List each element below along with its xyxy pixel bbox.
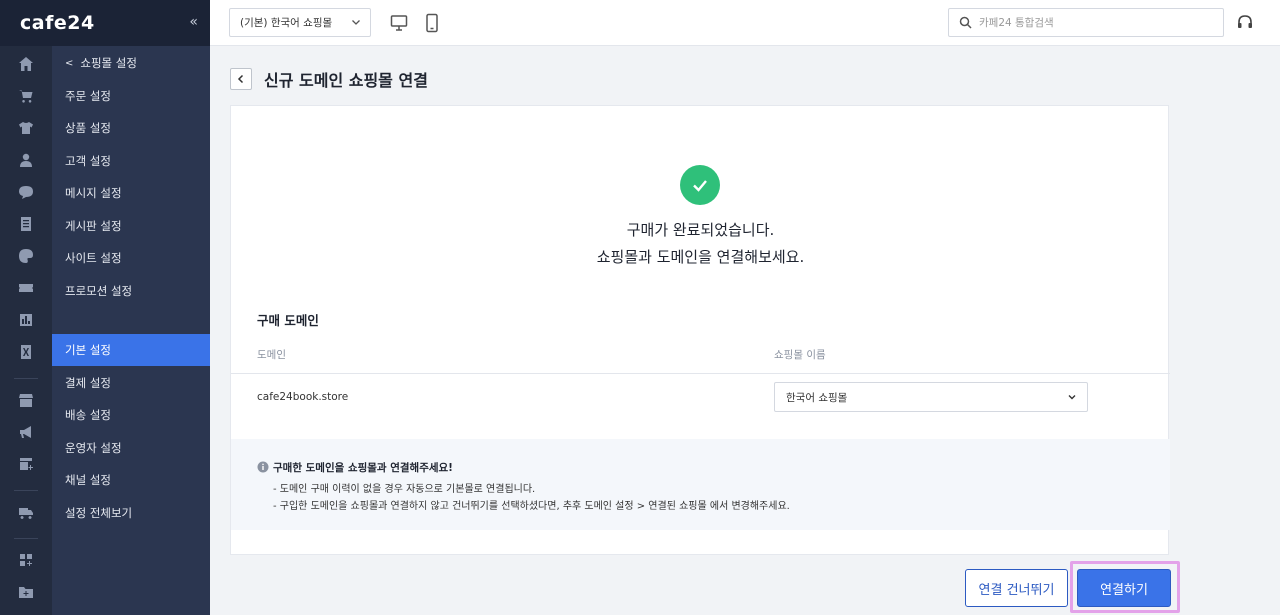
shop-plus-icon[interactable]	[16, 454, 36, 474]
home-icon[interactable]	[16, 54, 36, 74]
chat-icon[interactable]	[16, 182, 36, 202]
chevron-down-icon	[352, 20, 360, 25]
top-header: (기본) 한국어 쇼핑몰 카페24 통합검색	[210, 0, 1280, 46]
notice-line: - 구입한 도메인을 쇼핑몰과 연결하지 않고 건너뛰기를 선택하셨다면, 추후…	[273, 501, 790, 512]
mall-name-select-value: 한국어 쇼핑몰	[786, 391, 848, 404]
subnav-item-basic[interactable]: 기본 설정	[52, 334, 210, 366]
subnav-item-operator[interactable]: 운영자 설정	[52, 432, 210, 464]
palette-icon[interactable]	[16, 246, 36, 266]
subnav-item-message[interactable]: 메시지 설정	[52, 177, 210, 209]
connect-prompt-text: 쇼핑몰과 도메인을 연결해보세요.	[596, 248, 805, 266]
search-placeholder: 카페24 통합검색	[979, 17, 1054, 29]
notice-line: - 도메인 구매 이력이 없을 경우 자동으로 기본몰로 연결됩니다.	[273, 484, 536, 495]
connect-button[interactable]: 연결하기	[1077, 569, 1171, 607]
notice-box: 구매한 도메인을 쇼핑몰과 연결해주세요! - 도메인 구매 이력이 없을 경우…	[231, 439, 1170, 530]
section-title-purchased-domain: 구매 도메인	[257, 313, 319, 328]
desktop-icon[interactable]	[390, 13, 408, 33]
back-button[interactable]	[230, 68, 252, 90]
chart-icon[interactable]	[16, 310, 36, 330]
mall-selector-value: (기본) 한국어 쇼핑몰	[240, 17, 333, 29]
chevron-down-icon	[1068, 395, 1076, 400]
chevron-left-icon: <	[65, 57, 74, 69]
headset-icon[interactable]	[1236, 13, 1254, 31]
store-icon[interactable]	[16, 390, 36, 410]
search-input[interactable]: 카페24 통합검색	[948, 8, 1224, 37]
mobile-icon[interactable]	[423, 13, 441, 33]
board-icon[interactable]	[16, 214, 36, 234]
subnav-item-channel[interactable]: 채널 설정	[52, 464, 210, 496]
domain-connect-card: 구매가 완료되었습니다. 쇼핑몰과 도메인을 연결해보세요. 구매 도메인 도메…	[230, 105, 1170, 555]
mall-name-select[interactable]: 한국어 쇼핑몰	[774, 382, 1088, 412]
check-circle-icon	[680, 165, 720, 205]
subnav-item-board[interactable]: 게시판 설정	[52, 210, 210, 242]
subnav-item-promotion[interactable]: 프로모션 설정	[52, 275, 210, 307]
column-header-mall-name: 쇼핑몰 이름	[774, 349, 826, 361]
subnav-item-product[interactable]: 상품 설정	[52, 112, 210, 144]
subnav-item-all-settings[interactable]: 설정 전체보기	[52, 497, 210, 529]
skip-connection-button[interactable]: 연결 건너뛰기	[965, 569, 1068, 607]
notice-title: 구매한 도메인을 쇼핑몰과 연결해주세요!	[273, 462, 453, 474]
ticket-icon[interactable]	[16, 278, 36, 298]
chevron-left-icon	[237, 74, 244, 84]
grid-plus-icon[interactable]	[16, 550, 36, 570]
divider	[231, 373, 1170, 374]
subnav-item-order[interactable]: 주문 설정	[52, 80, 210, 112]
double-chevron-left-icon[interactable]: «	[189, 14, 198, 30]
search-icon	[959, 16, 972, 29]
shirt-icon[interactable]	[16, 118, 36, 138]
subnav-item-shipping[interactable]: 배송 설정	[52, 399, 210, 431]
subnav-item-customer[interactable]: 고객 설정	[52, 145, 210, 177]
rail-divider	[14, 378, 38, 379]
info-icon	[257, 461, 269, 473]
subnav-back-shop-settings[interactable]: < 쇼핑몰 설정	[52, 47, 210, 79]
cafe24-logo[interactable]: cafe24	[20, 12, 95, 34]
purchase-complete-text: 구매가 완료되었습니다.	[626, 221, 775, 239]
page-title: 신규 도메인 쇼핑몰 연결	[264, 71, 428, 90]
settings-subnav: < 쇼핑몰 설정 주문 설정 상품 설정 고객 설정 메시지 설정 게시판 설정…	[52, 46, 210, 615]
rail-divider	[14, 538, 38, 539]
icon-rail	[0, 46, 52, 615]
subnav-back-label: 쇼핑몰 설정	[80, 56, 137, 70]
person-icon[interactable]	[16, 150, 36, 170]
file-excel-icon[interactable]	[16, 342, 36, 362]
logo-bar: cafe24 «	[0, 0, 210, 46]
rail-divider	[14, 490, 38, 491]
cart-icon[interactable]	[16, 86, 36, 106]
domain-value: cafe24book.store	[257, 391, 349, 403]
column-header-domain: 도메인	[257, 349, 286, 361]
megaphone-icon[interactable]	[16, 422, 36, 442]
subnav-item-payment[interactable]: 결제 설정	[52, 367, 210, 399]
truck-icon[interactable]	[16, 502, 36, 522]
mall-selector[interactable]: (기본) 한국어 쇼핑몰	[229, 8, 371, 37]
folder-plus-icon[interactable]	[16, 582, 36, 602]
page-heading: 신규 도메인 쇼핑몰 연결	[230, 67, 428, 91]
subnav-item-site[interactable]: 사이트 설정	[52, 242, 210, 274]
